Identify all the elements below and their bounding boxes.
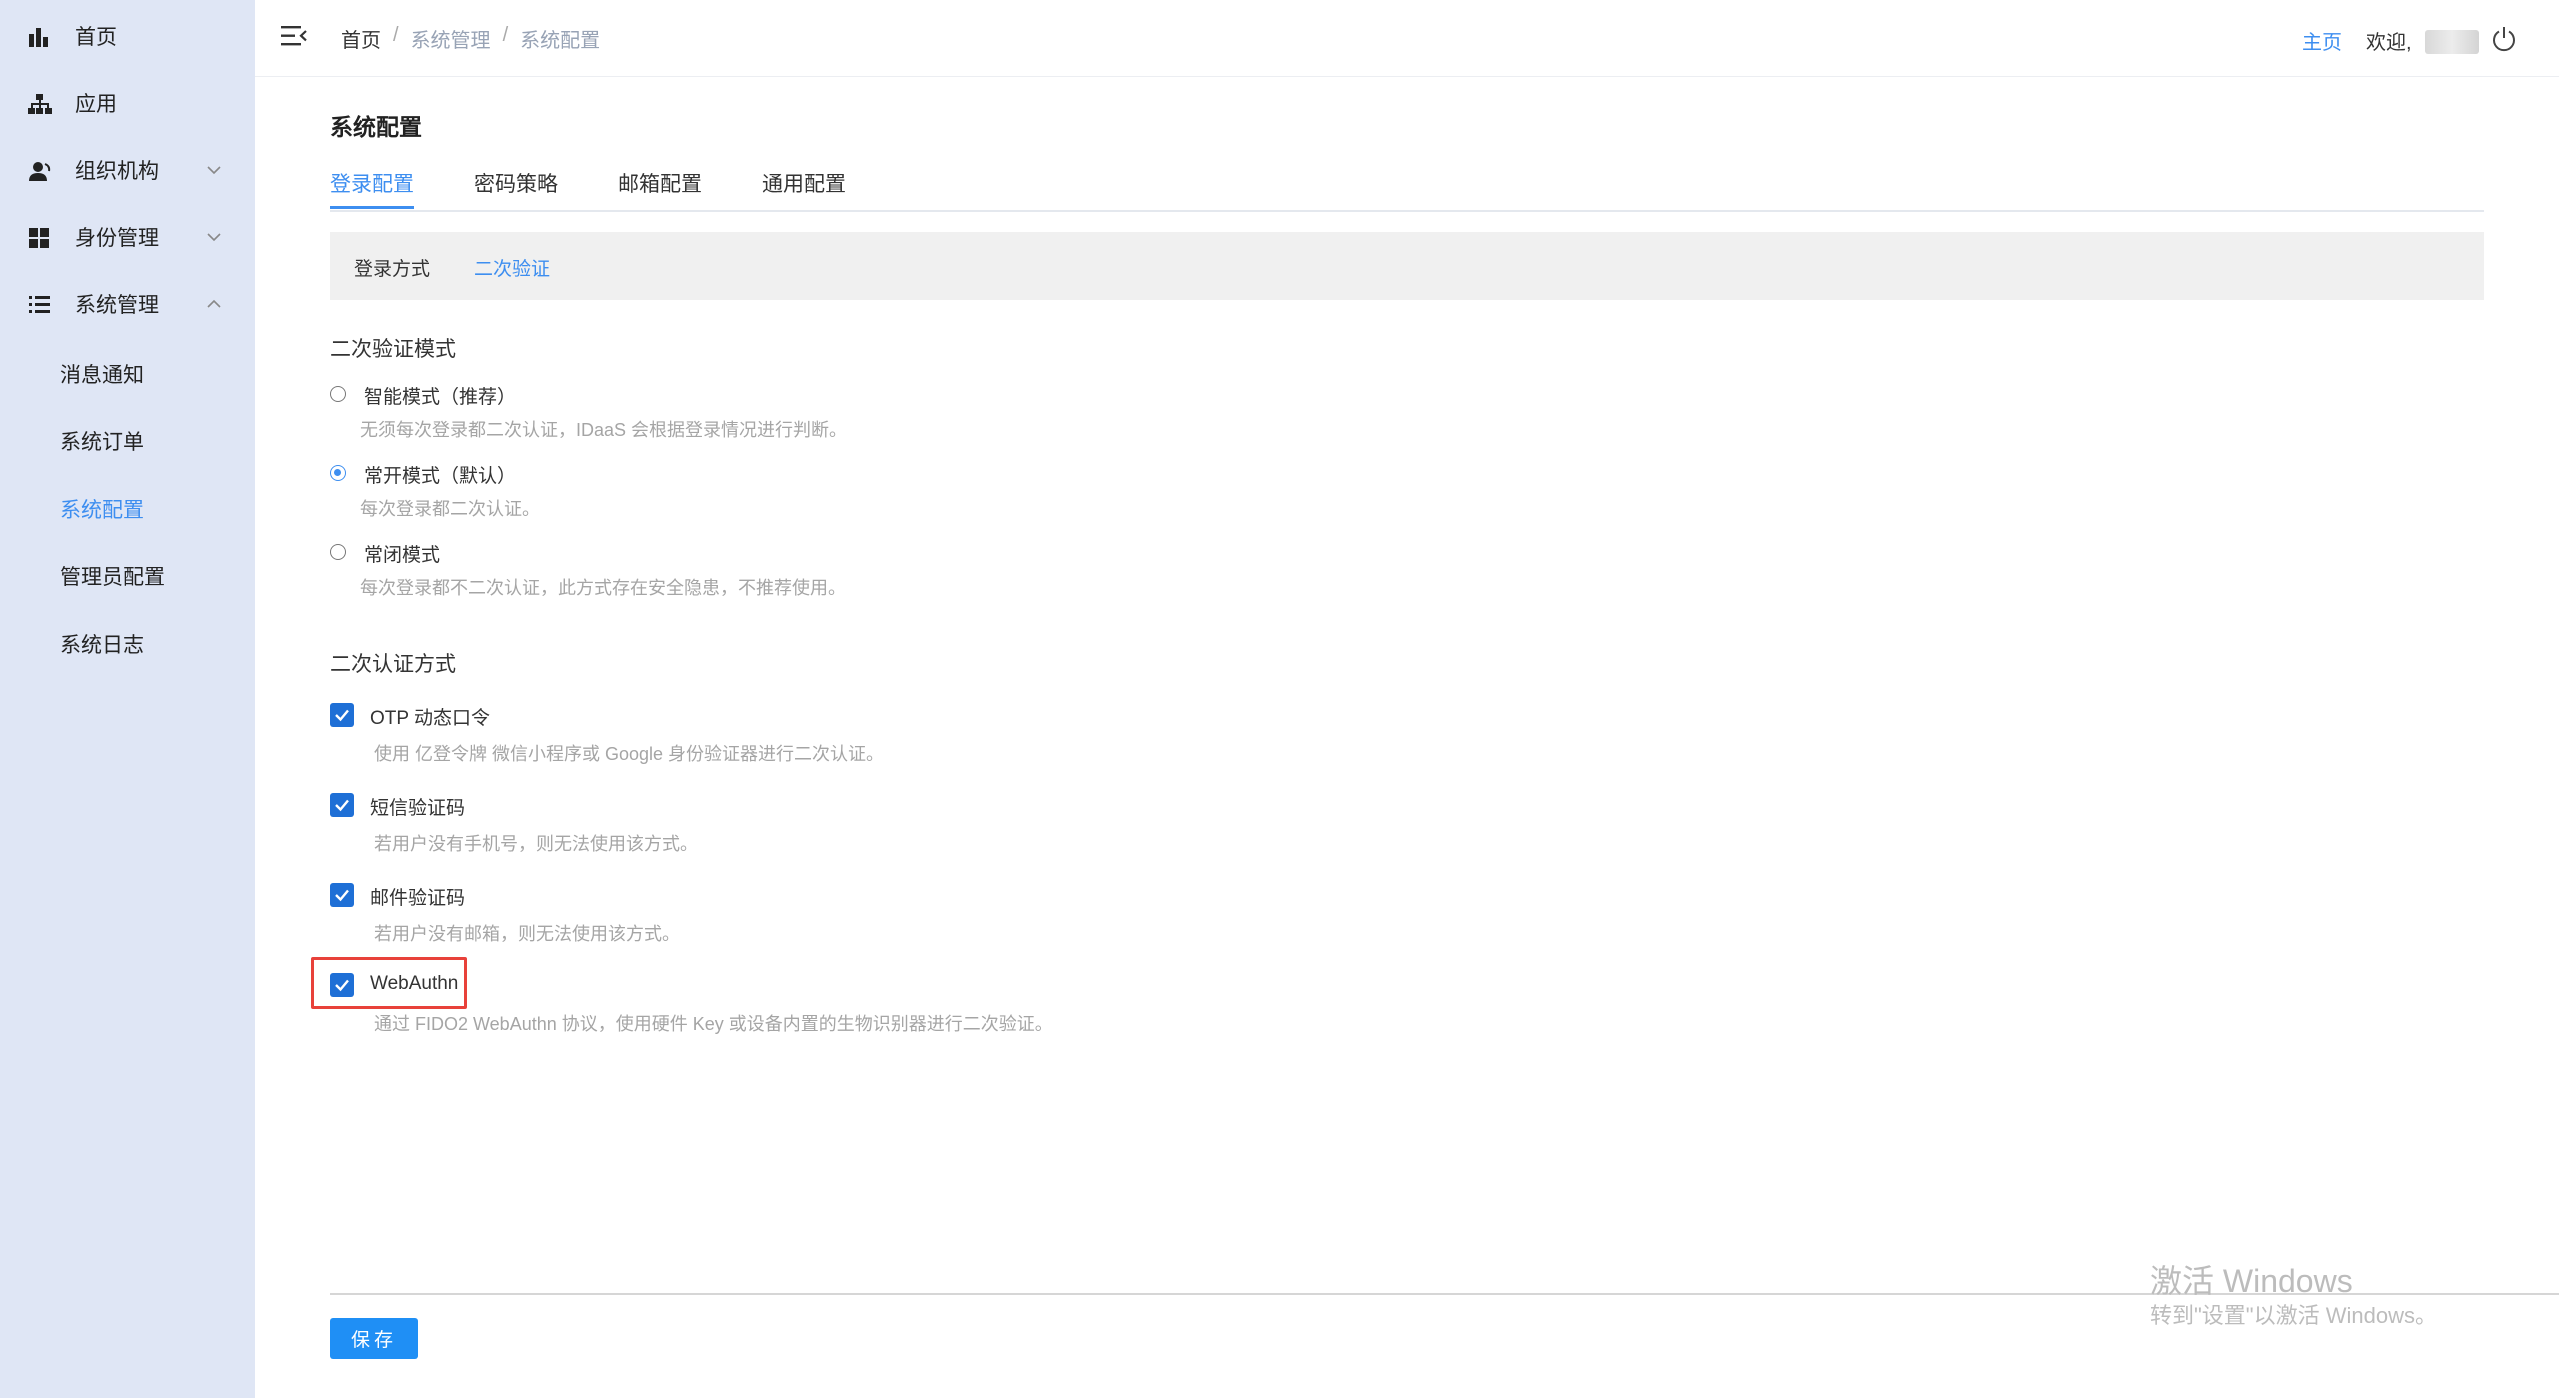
- section-title-verify-mode: 二次验证模式: [330, 338, 456, 361]
- radio-always-on[interactable]: [330, 465, 346, 481]
- windows-watermark-title: 激活 Windows: [2150, 1263, 2353, 1299]
- option-description: 使用 亿登令牌 微信小程序或 Google 身份验证器进行二次认证。: [374, 744, 885, 764]
- option-description: 每次登录都不二次认证，此方式存在安全隐患，不推荐使用。: [360, 578, 846, 598]
- sidebar-item-label: 应用: [75, 93, 117, 116]
- list-icon: [29, 296, 50, 313]
- sidebar-item-label: 系统管理: [75, 294, 159, 317]
- sidebar: 首页 应用 组织机构 身份管理 系统管理 消息通知 系统订单 系统配置 管理员配…: [0, 0, 255, 1398]
- active-tab-indicator: [330, 206, 414, 209]
- sidebar-subitem-orders[interactable]: 系统订单: [0, 413, 255, 469]
- option-description: 通过 FIDO2 WebAuthn 协议，使用硬件 Key 或设备内置的生物识别…: [374, 1014, 1053, 1034]
- welcome-text: 欢迎,: [2366, 32, 2412, 54]
- sidebar-item-label: 首页: [75, 26, 117, 49]
- tab-password-policy[interactable]: 密码策略: [474, 168, 558, 198]
- checkmark-icon: [335, 889, 349, 902]
- sidebar-subitem-admins[interactable]: 管理员配置: [0, 548, 255, 604]
- radio-label: 常闭模式: [364, 545, 441, 566]
- sidebar-subitem-label: 系统日志: [60, 634, 144, 657]
- option-description: 若用户没有邮箱，则无法使用该方式。: [374, 924, 680, 944]
- checkbox-otp[interactable]: [330, 703, 354, 727]
- checkmark-icon: [335, 709, 349, 722]
- sidebar-item-label: 身份管理: [75, 227, 159, 250]
- sidebar-item-apps[interactable]: 应用: [0, 75, 255, 131]
- breadcrumb-home[interactable]: 首页: [341, 24, 381, 53]
- windows-watermark-subtitle: 转到"设置"以激活 Windows。: [2150, 1303, 2437, 1328]
- tab-login-config[interactable]: 登录配置: [330, 168, 414, 198]
- sidebar-item-identity[interactable]: 身份管理: [0, 209, 255, 265]
- section-title-verify-methods: 二次认证方式: [330, 653, 456, 676]
- chevron-down-icon: [207, 233, 221, 242]
- chevron-up-icon: [207, 299, 221, 308]
- option-description: 若用户没有手机号，则无法使用该方式。: [374, 834, 698, 854]
- sidebar-subitem-label: 系统配置: [60, 499, 144, 522]
- radio-smart[interactable]: [330, 386, 346, 402]
- checkbox-label: 邮件验证码: [370, 888, 466, 909]
- page-title: 系统配置: [330, 114, 422, 140]
- save-button[interactable]: 保存: [330, 1318, 418, 1359]
- sidebar-item-home[interactable]: 首页: [0, 8, 255, 64]
- tab-general-config[interactable]: 通用配置: [762, 168, 846, 198]
- grid-icon: [29, 228, 49, 248]
- radio-always-off[interactable]: [330, 544, 346, 560]
- checkbox-label: 短信验证码: [370, 798, 466, 819]
- top-header: 首页 / 系统管理 / 系统配置: [255, 0, 2559, 77]
- sidebar-subitem-logs[interactable]: 系统日志: [0, 616, 255, 672]
- breadcrumb: 首页 / 系统管理 / 系统配置: [341, 24, 600, 53]
- power-icon[interactable]: [2490, 25, 2518, 53]
- option-description: 每次登录都二次认证。: [360, 499, 540, 519]
- config-tabs: 登录配置 密码策略 邮箱配置 通用配置: [330, 160, 2484, 212]
- sidebar-subitem-label: 消息通知: [60, 364, 144, 387]
- tab-email-config[interactable]: 邮箱配置: [618, 168, 702, 198]
- breadcrumb-current: 系统配置: [520, 30, 601, 52]
- sidebar-item-org[interactable]: 组织机构: [0, 142, 255, 198]
- chevron-down-icon: [207, 166, 221, 175]
- user-icon: [29, 162, 51, 181]
- sidebar-item-label: 组织机构: [75, 160, 159, 183]
- radio-label: 智能模式（推荐）: [364, 387, 517, 408]
- sitemap-icon: [28, 94, 52, 114]
- breadcrumb-separator: /: [393, 24, 399, 46]
- breadcrumb-system[interactable]: 系统管理: [411, 24, 491, 53]
- checkbox-label: OTP 动态口令: [370, 708, 490, 729]
- sidebar-subitem-label: 管理员配置: [60, 566, 165, 589]
- subtab-login-method[interactable]: 登录方式: [354, 254, 430, 281]
- highlight-annotation-box: [311, 957, 467, 1009]
- checkbox-email[interactable]: [330, 883, 354, 907]
- home-link[interactable]: 主页: [2302, 26, 2342, 55]
- sidebar-subitem-config[interactable]: 系统配置: [0, 481, 255, 537]
- subtab-2fa[interactable]: 二次验证: [474, 254, 550, 281]
- sidebar-subitem-label: 系统订单: [60, 431, 144, 454]
- checkmark-icon: [335, 799, 349, 812]
- sidebar-item-system[interactable]: 系统管理: [0, 276, 255, 332]
- breadcrumb-separator: /: [502, 24, 509, 46]
- menu-fold-icon[interactable]: [279, 22, 309, 50]
- sidebar-subitem-notifications[interactable]: 消息通知: [0, 346, 255, 402]
- username-blurred: [2425, 30, 2479, 54]
- radio-label: 常开模式（默认）: [364, 466, 517, 487]
- subtabs-bar: 登录方式 二次验证: [330, 232, 2484, 300]
- bar-chart-icon: [29, 28, 48, 47]
- option-description: 无须每次登录都二次认证，IDaaS 会根据登录情况进行判断。: [360, 420, 848, 440]
- checkbox-sms[interactable]: [330, 793, 354, 817]
